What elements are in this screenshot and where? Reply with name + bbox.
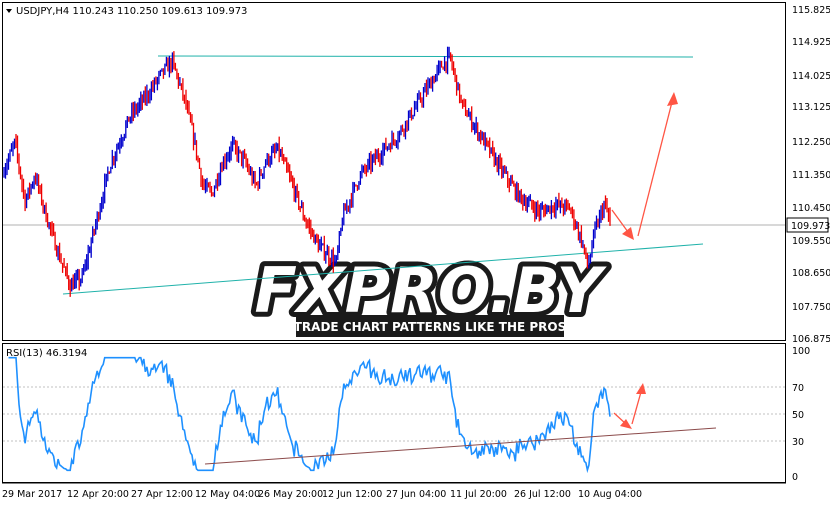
time-label: 12 May 04:00 (195, 489, 260, 500)
price-label: 115.825 (792, 5, 830, 16)
time-label: 12 Jun 12:00 (322, 489, 382, 500)
rsi-panel[interactable] (2, 343, 786, 483)
time-axis: 29 Mar 2017 12 Apr 20:00 27 Apr 12:00 12… (2, 489, 642, 500)
symbol-line: USDJPY,H4 110.243 110.250 109.613 109.97… (16, 6, 247, 17)
price-label: 112.250 (792, 137, 830, 148)
watermark-logo: FXPRO.BY TRADE CHART PATTERNS LIKE THE P… (250, 249, 613, 337)
price-label: 114.925 (792, 37, 830, 48)
time-label: 27 Jun 04:00 (386, 489, 446, 500)
price-label: 109.550 (792, 236, 830, 247)
watermark-tagline: TRADE CHART PATTERNS LIKE THE PROS (294, 320, 567, 334)
time-label: 29 Mar 2017 (2, 489, 62, 500)
price-axis: 115.825 114.925 114.025 113.125 112.250 … (786, 5, 830, 345)
time-label: 27 Apr 12:00 (131, 489, 193, 500)
time-label: 26 May 20:00 (258, 489, 323, 500)
price-label: 114.025 (792, 71, 830, 82)
price-label: 107.750 (792, 302, 830, 313)
price-label: 113.125 (792, 102, 830, 113)
rsi-axis-label: 50 (792, 410, 804, 421)
chart-window: FXPRO.BY TRADE CHART PATTERNS LIKE THE P… (0, 0, 830, 504)
rsi-axis: 100 70 50 30 0 (792, 346, 810, 483)
rsi-label: RSI(13) 46.3194 (6, 348, 87, 359)
price-label: 111.350 (792, 170, 830, 181)
price-label: 108.650 (792, 268, 830, 279)
time-label: 26 Jul 12:00 (514, 489, 571, 500)
current-price-label: 109.973 (791, 221, 830, 232)
time-label: 12 Apr 20:00 (67, 489, 129, 500)
rsi-axis-label: 100 (792, 346, 810, 357)
price-label: 110.450 (792, 203, 830, 214)
symbol-caption: USDJPY,H4 110.243 110.250 109.613 109.97… (6, 6, 247, 17)
time-label: 10 Aug 04:00 (578, 489, 642, 500)
rsi-axis-label: 0 (792, 472, 798, 483)
price-label: 106.875 (792, 334, 830, 345)
time-label: 11 Jul 20:00 (450, 489, 507, 500)
rsi-axis-label: 30 (792, 437, 804, 448)
rsi-axis-label: 70 (792, 383, 804, 394)
